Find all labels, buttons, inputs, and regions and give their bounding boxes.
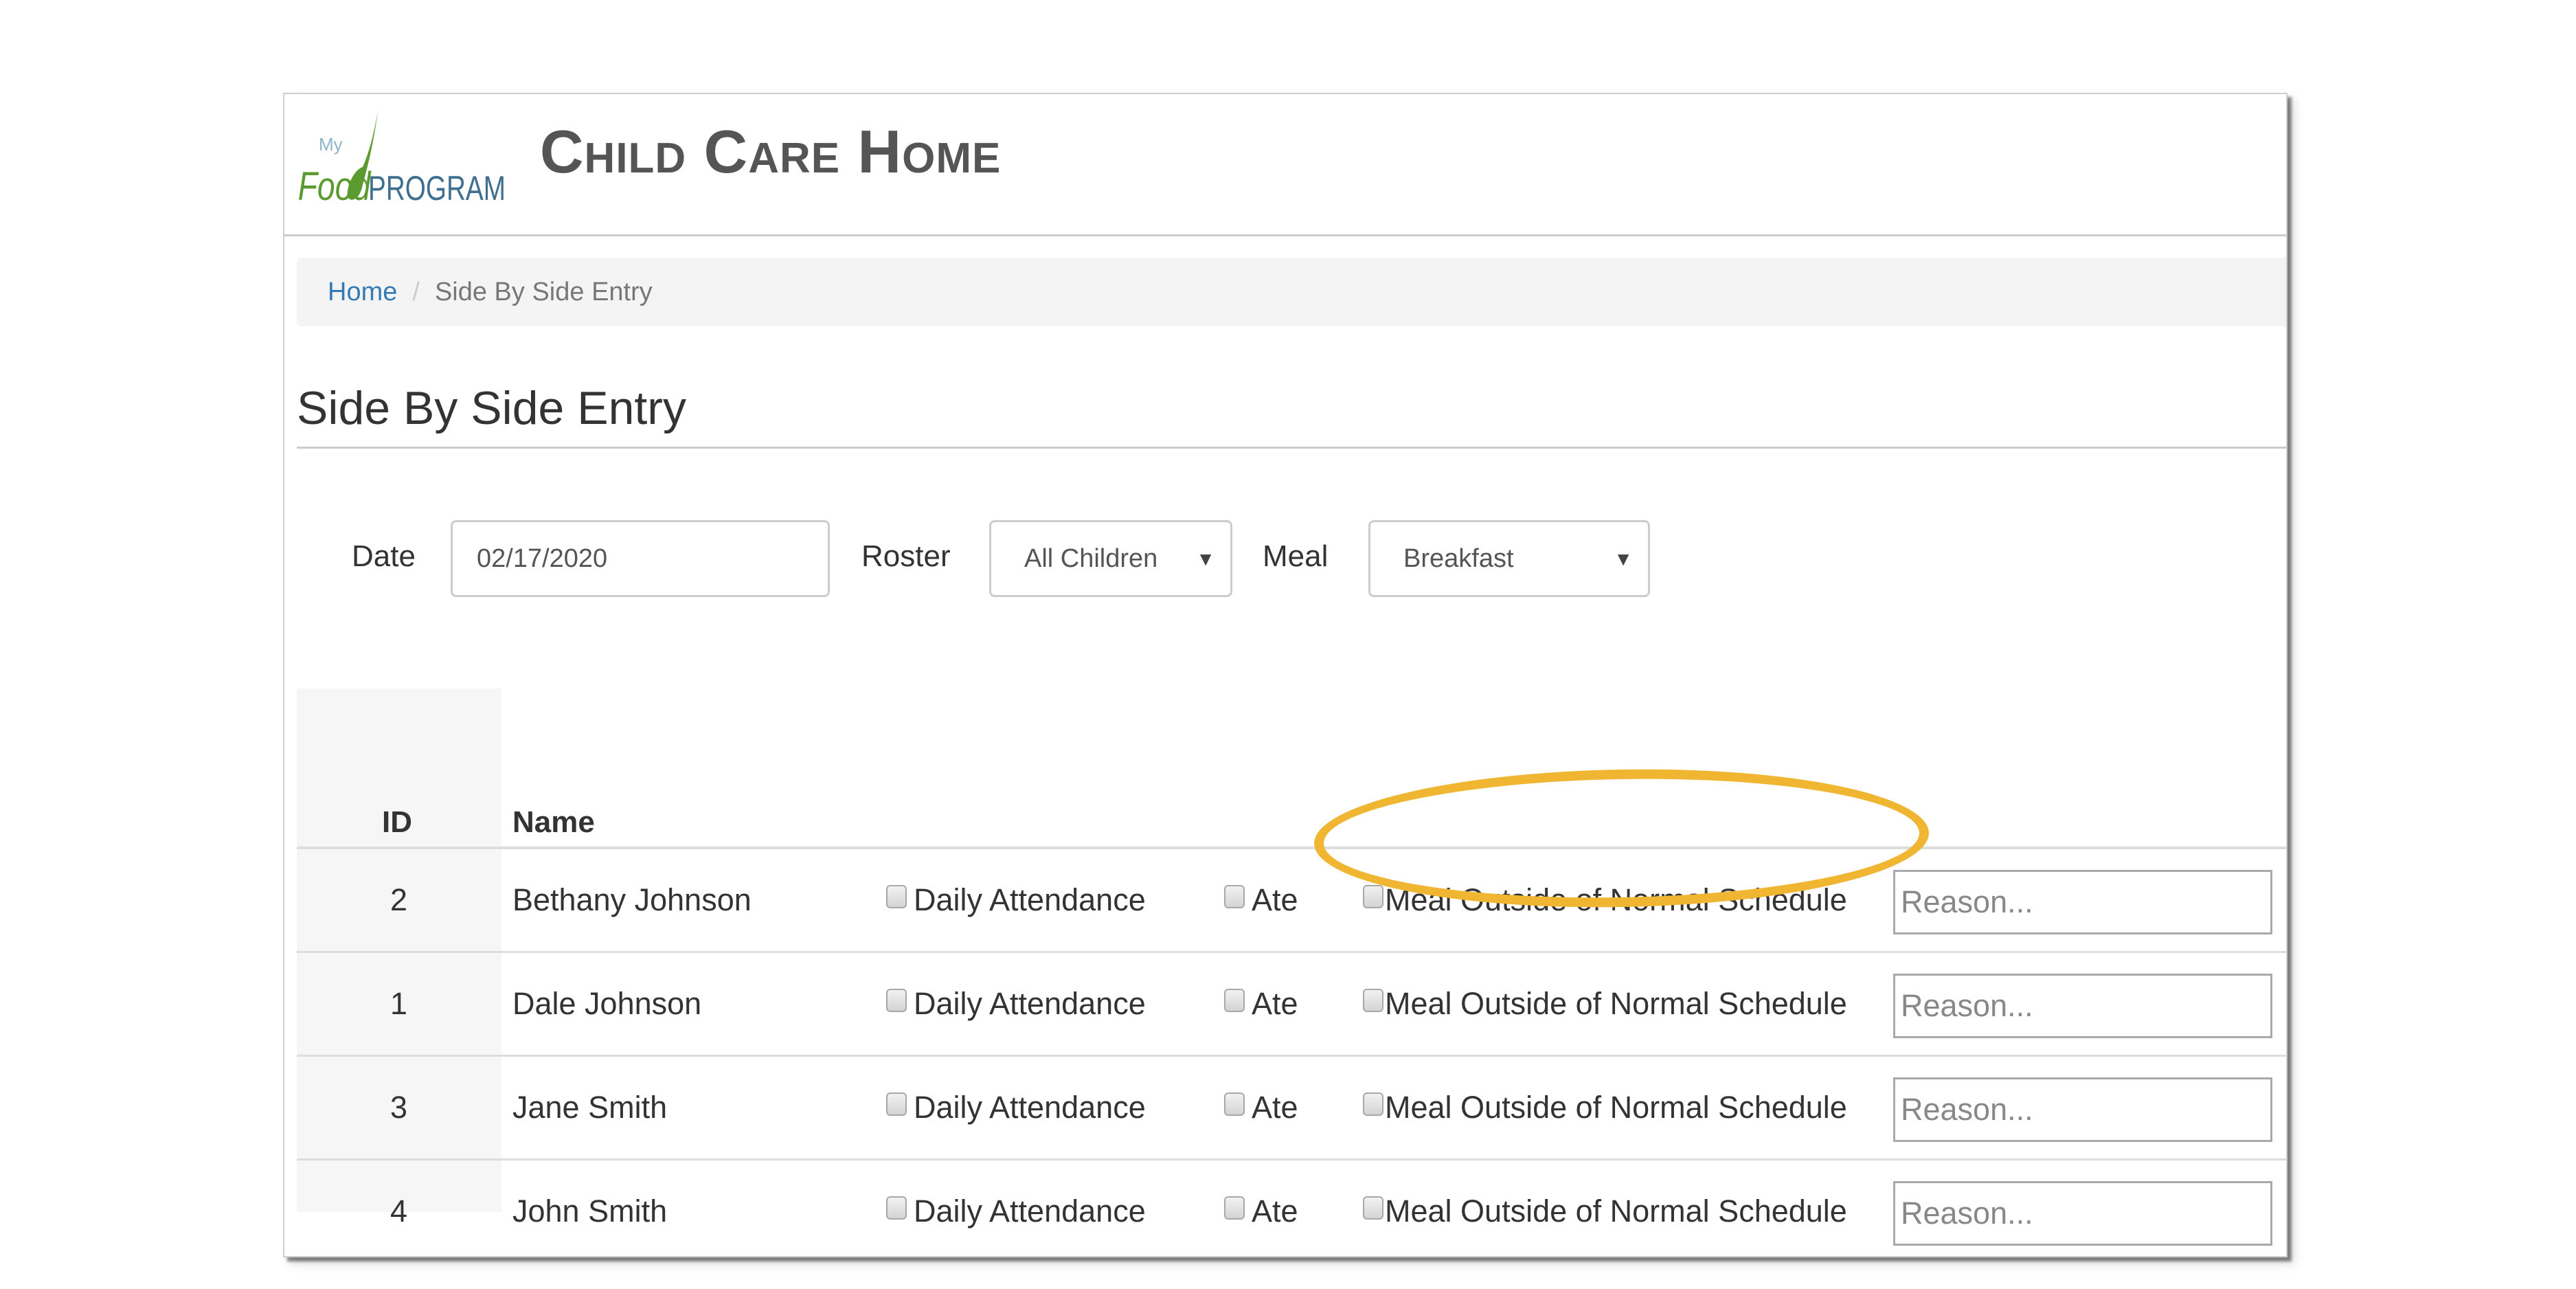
- outside-schedule-checkbox-label[interactable]: Meal Outside of Normal Schedule: [1363, 1090, 1847, 1125]
- date-value: 02/17/2020: [477, 543, 608, 573]
- ate-checkbox[interactable]: [1224, 989, 1245, 1012]
- attendance-checkbox[interactable]: [886, 1092, 907, 1116]
- ate-checkbox-label[interactable]: Ate: [1224, 986, 1298, 1022]
- page-title: Side By Side Entry: [297, 383, 2286, 449]
- reason-input[interactable]: [1893, 1077, 2272, 1142]
- outside-schedule-checkbox-label[interactable]: Meal Outside of Normal Schedule: [1363, 1193, 1847, 1229]
- meal-label: Meal: [1263, 539, 1329, 573]
- outside-schedule-checkbox-label[interactable]: Meal Outside of Normal Schedule: [1363, 882, 1847, 918]
- ate-checkbox-label[interactable]: Ate: [1224, 882, 1298, 918]
- my-food-program-logo[interactable]: My Food PROGRAM: [297, 104, 510, 214]
- ate-checkbox[interactable]: [1224, 1092, 1245, 1116]
- reason-input[interactable]: [1893, 974, 2272, 1038]
- roster-value: All Children: [1024, 543, 1158, 573]
- table-row: 1 Dale Johnson Daily Attendance Ate Meal…: [297, 953, 2286, 1057]
- header-name: Name: [512, 805, 595, 839]
- table-row: 2 Bethany Johnson Daily Attendance Ate M…: [297, 849, 2286, 953]
- attendance-checkbox[interactable]: [886, 1196, 907, 1220]
- table-row: 4 John Smith Daily Attendance Ate Meal O…: [297, 1161, 2286, 1256]
- table-header: ID Name: [297, 688, 2286, 849]
- attendance-checkbox-label[interactable]: Daily Attendance: [886, 986, 1146, 1022]
- attendance-checkbox-label[interactable]: Daily Attendance: [886, 1090, 1146, 1125]
- outside-schedule-checkbox-label[interactable]: Meal Outside of Normal Schedule: [1363, 986, 1847, 1022]
- row-id: 2: [390, 882, 408, 917]
- logo-program: PROGRAM: [368, 169, 506, 208]
- outside-schedule-checkbox[interactable]: [1363, 1196, 1383, 1220]
- date-input[interactable]: 02/17/2020: [451, 520, 830, 597]
- roster-label: Roster: [861, 539, 951, 573]
- table-row: 3 Jane Smith Daily Attendance Ate Meal O…: [297, 1057, 2286, 1161]
- row-id: 1: [390, 986, 408, 1021]
- roster-select[interactable]: All Children ▼: [989, 520, 1232, 597]
- row-name: Bethany Johnson: [512, 882, 752, 917]
- logo-my: My: [319, 134, 343, 155]
- meal-select[interactable]: Breakfast ▼: [1368, 520, 1650, 597]
- breadcrumb-home[interactable]: Home: [328, 278, 397, 307]
- app-header: My Food PROGRAM Child Care Home: [284, 94, 2286, 236]
- chevron-down-icon: ▼: [1614, 548, 1633, 570]
- attendance-checkbox-label[interactable]: Daily Attendance: [886, 1193, 1146, 1229]
- chevron-down-icon: ▼: [1196, 548, 1215, 570]
- browser-window: My Food PROGRAM Child Care Home Home / S…: [283, 93, 2287, 1257]
- outside-schedule-checkbox[interactable]: [1363, 1092, 1383, 1116]
- reason-input[interactable]: [1893, 1181, 2272, 1246]
- meal-value: Breakfast: [1403, 543, 1514, 573]
- date-label: Date: [352, 539, 416, 573]
- breadcrumb-current: Side By Side Entry: [434, 277, 653, 306]
- filter-bar: Date 02/17/2020 Roster All Children ▼ Me…: [297, 520, 2286, 600]
- logo-food: Food: [298, 164, 372, 209]
- ate-checkbox[interactable]: [1224, 885, 1245, 908]
- breadcrumb: Home / Side By Side Entry: [297, 258, 2286, 326]
- reason-input[interactable]: [1893, 870, 2272, 934]
- row-id: 4: [390, 1193, 408, 1229]
- outside-schedule-checkbox[interactable]: [1363, 885, 1383, 908]
- attendance-checkbox[interactable]: [886, 885, 907, 908]
- app-title: Child Care Home: [540, 117, 1002, 186]
- row-name: Dale Johnson: [512, 986, 702, 1021]
- attendance-checkbox-label[interactable]: Daily Attendance: [886, 882, 1146, 918]
- row-id: 3: [390, 1090, 408, 1125]
- breadcrumb-separator: /: [412, 277, 420, 306]
- row-name: Jane Smith: [512, 1090, 668, 1125]
- attendance-checkbox[interactable]: [886, 989, 907, 1012]
- ate-checkbox-label[interactable]: Ate: [1224, 1193, 1298, 1229]
- outside-schedule-checkbox[interactable]: [1363, 989, 1383, 1012]
- header-id: ID: [382, 805, 412, 839]
- row-name: John Smith: [512, 1193, 668, 1229]
- ate-checkbox[interactable]: [1224, 1196, 1245, 1220]
- ate-checkbox-label[interactable]: Ate: [1224, 1090, 1298, 1125]
